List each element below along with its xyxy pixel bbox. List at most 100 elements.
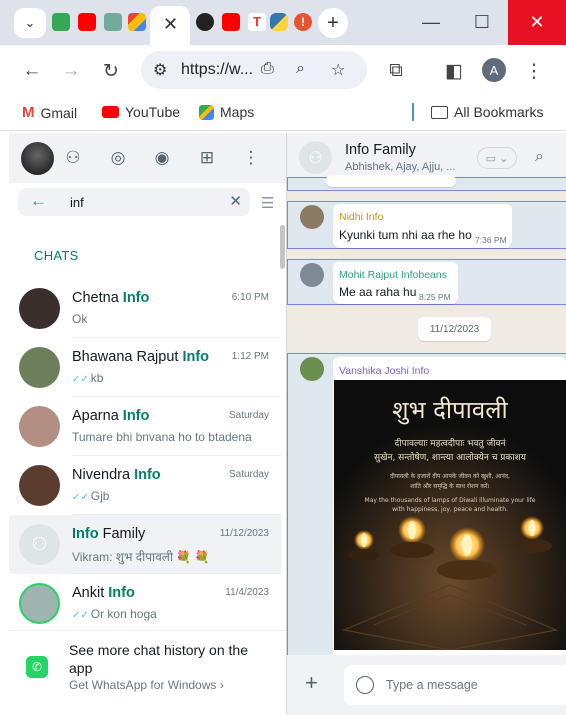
search-match: Info <box>182 349 210 365</box>
chat-avatar[interactable] <box>19 465 60 506</box>
chat-name: Bhawana Rajput Info <box>72 349 210 365</box>
chat-row[interactable]: Nivendra Info Saturday ✓✓ Gjb <box>9 456 281 515</box>
search-box[interactable]: ← ✕ <box>18 188 250 216</box>
search-messages-icon[interactable]: ⌕ <box>535 148 544 166</box>
chat-row[interactable]: Chetna Info 6:10 PM Ok <box>9 279 281 338</box>
zoom-icon[interactable]: ⌕ <box>296 60 305 78</box>
message-text: Kyunki tum nhi aa rhe ho <box>339 228 472 242</box>
whatsapp-logo-icon: ✆ <box>26 656 48 678</box>
back-arrow-icon[interactable]: ← <box>30 191 47 211</box>
status-icon[interactable]: ◎ <box>107 147 129 169</box>
chat-avatar[interactable] <box>19 583 60 624</box>
search-match: Info <box>122 408 150 424</box>
github-tab-icon[interactable] <box>196 13 214 31</box>
sender-avatar[interactable] <box>300 357 324 381</box>
diwali-greeting-svg: शुभ दीपावली दीपावल्याः महत्वदीपाः भवतु ज… <box>334 380 566 650</box>
close-tab-icon[interactable]: ✕ <box>163 14 178 35</box>
my-avatar[interactable] <box>21 142 54 175</box>
chat-row[interactable]: Ankit Info 11/4/2023 ✓✓ Or kon hoga <box>9 574 281 633</box>
chat-avatar[interactable] <box>19 347 60 388</box>
sender-avatar[interactable] <box>300 263 324 287</box>
gmail-tab-icon[interactable] <box>128 13 146 31</box>
chats-section-label: CHATS <box>34 248 79 263</box>
sender-name[interactable]: Vanshika Joshi Info <box>339 365 429 377</box>
compose-box[interactable] <box>344 665 566 705</box>
filter-icon[interactable]: ☰ <box>261 194 274 212</box>
chat-avatar[interactable] <box>19 288 60 329</box>
tab-search-dropdown[interactable]: ⌄ <box>14 8 46 38</box>
alert-tab-icon[interactable]: ! <box>294 13 312 31</box>
side-panel-icon[interactable]: ◧ <box>440 57 468 85</box>
get-whatsapp-banner[interactable]: ✆ See more chat history on the app Get W… <box>9 630 286 715</box>
get-app-link[interactable]: Get WhatsApp for Windows › <box>69 678 224 692</box>
bookmark-label: YouTube <box>125 104 181 120</box>
chat-time: 6:10 PM <box>231 292 269 303</box>
group-name[interactable]: Info Family <box>345 142 416 158</box>
search-input[interactable] <box>70 192 220 212</box>
tab-strip: ⌄ ✕ T ! + — ☐ ✕ <box>0 0 566 45</box>
chat-avatar[interactable] <box>19 406 60 447</box>
communities-icon[interactable]: ⚇ <box>62 147 84 169</box>
all-bookmarks[interactable]: All Bookmarks <box>431 104 543 120</box>
new-chat-icon[interactable]: ⊞ <box>196 147 218 169</box>
date-divider: 11/12/2023 <box>418 317 491 341</box>
folder-icon <box>431 105 448 119</box>
browser-toolbar: ← → ↻ ⚙ https://w... ⎙ ⌕ ☆ ⧉ ◧ A ⋮ <box>0 45 566 95</box>
search-match: Info <box>72 526 99 542</box>
bookmark-youtube[interactable]: YouTube <box>102 104 180 120</box>
search-match: Info <box>134 467 161 483</box>
profile-avatar[interactable]: A <box>482 58 506 82</box>
google-chat-tab-icon[interactable] <box>52 13 70 31</box>
sender-name[interactable]: Nidhi Info <box>339 211 383 223</box>
maximize-button[interactable]: ☐ <box>456 0 508 45</box>
youtube-tab-icon-2[interactable] <box>222 13 240 31</box>
group-members[interactable]: Abhishek, Ajay, Ajju, ... <box>345 161 455 173</box>
back-button[interactable]: ← <box>18 57 46 85</box>
chat-time: 11/12/2023 <box>219 528 269 539</box>
menu-icon[interactable]: ⋮ <box>240 147 262 169</box>
minimize-button[interactable]: — <box>405 0 457 45</box>
youtube-tab-icon[interactable] <box>78 13 96 31</box>
chat-last-message: Tumare bhi bnvana ho to btadena <box>72 430 252 444</box>
bookmark-maps[interactable]: Maps <box>199 104 254 120</box>
channels-icon[interactable]: ◉ <box>151 147 173 169</box>
forward-button[interactable]: → <box>57 57 85 85</box>
scrollbar[interactable] <box>280 225 285 269</box>
message-bubble[interactable]: Mohit Rajput Infobeans Me aa raha hu 8:2… <box>333 262 458 304</box>
extensions-icon[interactable]: ⧉ <box>382 57 410 85</box>
chat-avatar[interactable]: ⚇ <box>19 524 60 565</box>
address-bar[interactable]: ⚙ https://w... ⎙ ⌕ ☆ <box>141 51 367 89</box>
close-window-button[interactable]: ✕ <box>508 0 566 45</box>
emoji-icon[interactable] <box>356 676 374 694</box>
new-tab-button[interactable]: + <box>318 8 348 38</box>
message-bubble[interactable] <box>326 175 456 187</box>
bookmark-star-icon[interactable]: ☆ <box>331 60 345 80</box>
address-text[interactable]: https://w... <box>181 61 253 79</box>
diwali-heading: शुभ दीपावली <box>392 396 508 425</box>
active-tab[interactable]: ✕ <box>150 6 190 45</box>
chat-row[interactable]: Aparna Info Saturday Tumare bhi bnvana ho … <box>9 397 281 456</box>
chat-time: Saturday <box>228 469 269 480</box>
message-bubble[interactable]: Nidhi Info Kyunki tum nhi aa rhe ho 7:36… <box>333 204 512 248</box>
attach-plus-icon[interactable]: + <box>305 670 318 696</box>
clear-search-icon[interactable]: ✕ <box>229 192 242 210</box>
sender-name[interactable]: Mohit Rajput Infobeans <box>339 269 447 281</box>
read-ticks-icon: ✓✓ <box>72 374 89 385</box>
video-call-button[interactable]: ▭ ⌄ <box>477 147 517 169</box>
site-settings-icon[interactable]: ⚙ <box>153 60 167 80</box>
browser-menu-icon[interactable]: ⋮ <box>520 57 548 85</box>
sender-avatar[interactable] <box>300 205 324 229</box>
read-ticks-icon: ✓✓ <box>72 492 89 503</box>
message-input[interactable] <box>386 676 556 694</box>
group-avatar[interactable]: ⚇ <box>299 141 332 174</box>
text-tab-icon[interactable]: T <box>248 13 266 31</box>
reload-button[interactable]: ↻ <box>97 57 125 85</box>
diwali-image[interactable]: शुभ दीपावली दीपावल्याः महत्वदीपाः भवतु ज… <box>334 380 566 650</box>
chat-row[interactable]: ⚇ Info Family 11/12/2023 Vikram: शुभ दीपावल… <box>9 515 281 574</box>
chatgpt-tab-icon[interactable] <box>104 13 122 31</box>
python-tab-icon[interactable] <box>270 13 288 31</box>
messages-area: Nidhi Info Kyunki tum nhi aa rhe ho 7:36… <box>287 175 566 663</box>
install-app-icon[interactable]: ⎙ <box>261 60 274 78</box>
chat-row[interactable]: Bhawana Rajput Info 1:12 PM ✓✓ kb <box>9 338 281 397</box>
bookmark-gmail[interactable]: M Gmail <box>22 104 77 121</box>
